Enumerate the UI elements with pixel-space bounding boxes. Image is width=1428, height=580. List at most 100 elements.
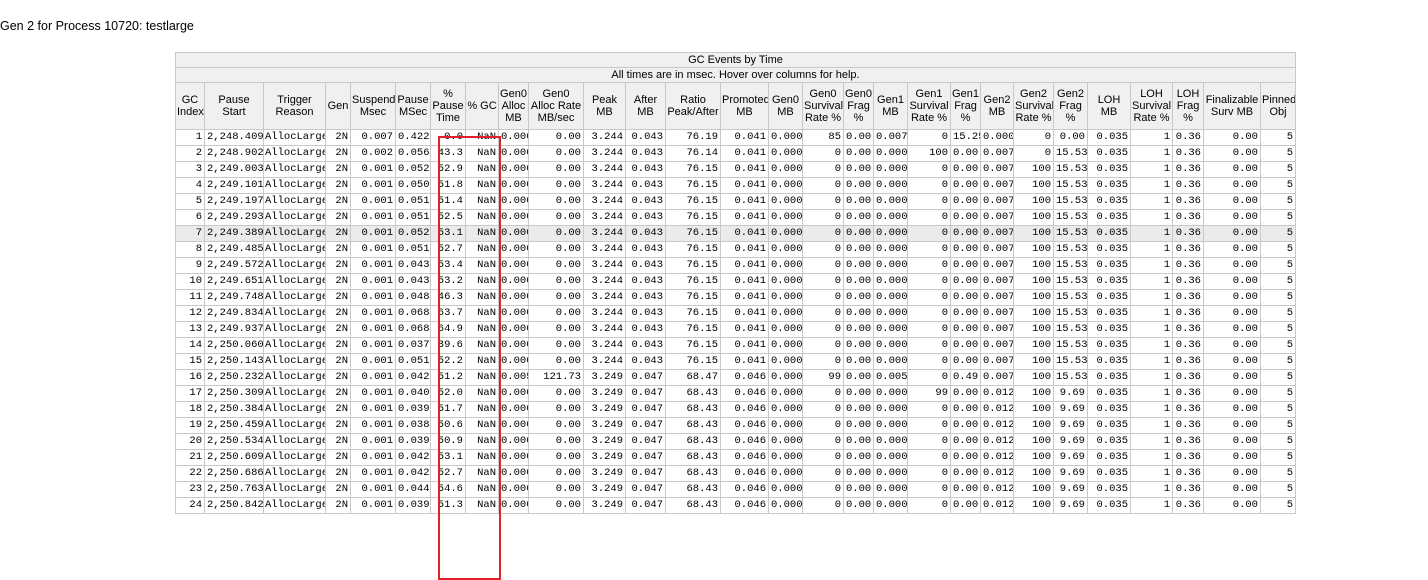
cell-promoted-mb: 0.041 xyxy=(720,177,769,194)
column-header-loh-mb[interactable]: LOH MB xyxy=(1087,82,1131,130)
table-row[interactable]: 4 2,249.101 AllocLarge 2N 0.001 0.050 51.8 NaN 0… xyxy=(175,177,1297,194)
column-header-gen1-survival-rate[interactable]: Gen1 Survival Rate % xyxy=(907,82,951,130)
table-row[interactable]: 11 2,249.748 AllocLarge 2N 0.001 0.048 46.3 NaN… xyxy=(175,289,1297,306)
table-row[interactable]: 10 2,249.651 AllocLarge 2N 0.001 0.043 53.2 NaN… xyxy=(175,273,1297,290)
column-header-gen0-frag[interactable]: Gen0 Frag % xyxy=(843,82,874,130)
table-row[interactable]: 16 2,250.232 AllocLarge 2N 0.001 0.042 51.2 NaN… xyxy=(175,369,1297,386)
cell-gen0-survival-rate: 0 xyxy=(802,177,844,194)
cell-gen1-survival-rate: 0 xyxy=(907,177,951,194)
column-header-peak-mb[interactable]: Peak MB xyxy=(583,82,626,130)
cell-gc: NaN xyxy=(465,209,499,226)
cell-loh-frag: 0.36 xyxy=(1172,353,1204,370)
column-header-gen2-frag[interactable]: Gen2 Frag % xyxy=(1053,82,1088,130)
cell-after-mb: 0.047 xyxy=(625,449,666,466)
column-header-pinned-obj[interactable]: Pinned Obj xyxy=(1259,82,1297,130)
cell-gen0-alloc-rate-mb-sec: 0.00 xyxy=(528,225,584,242)
table-row[interactable]: 3 2,249.003 AllocLarge 2N 0.001 0.052 52.9 NaN 0… xyxy=(175,161,1297,178)
table-row[interactable]: 6 2,249.293 AllocLarge 2N 0.001 0.051 52.5 NaN 0… xyxy=(175,209,1297,226)
cell-peak-mb: 3.244 xyxy=(583,129,626,146)
column-header-loh-survival-rate[interactable]: LOH Survival Rate % xyxy=(1130,82,1173,130)
column-header-gen2-mb[interactable]: Gen2 MB xyxy=(980,82,1014,130)
table-row[interactable]: 7 2,249.389 AllocLarge 2N 0.001 0.052 53.1 NaN 0… xyxy=(175,225,1297,242)
cell-after-mb: 0.047 xyxy=(625,369,666,386)
cell-gen0-survival-rate: 0 xyxy=(802,481,844,498)
cell-trigger-reason: AllocLarge xyxy=(263,145,326,162)
column-header-after-mb[interactable]: After MB xyxy=(625,82,666,130)
cell-loh-mb: 0.035 xyxy=(1087,433,1131,450)
column-header-gen1-frag[interactable]: Gen1 Frag % xyxy=(950,82,981,130)
column-header-ratio-peak-after[interactable]: Ratio Peak/After xyxy=(665,82,721,130)
cell-gen0-alloc-mb: 0.000 xyxy=(498,497,529,514)
cell-gen2-mb: 0.007 xyxy=(980,289,1014,306)
column-header-loh-frag[interactable]: LOH Frag % xyxy=(1172,82,1204,130)
cell-pinned-obj: 5 xyxy=(1259,193,1297,210)
cell-pinned-obj: 5 xyxy=(1259,129,1297,146)
table-row[interactable]: 19 2,250.459 AllocLarge 2N 0.001 0.038 50.6 NaN… xyxy=(175,417,1297,434)
cell-ratio-peak-after: 76.15 xyxy=(665,193,721,210)
cell-gen2-survival-rate: 100 xyxy=(1013,321,1054,338)
column-header-finalizable-surv-mb[interactable]: Finalizable Surv MB xyxy=(1203,82,1261,130)
table-row[interactable]: 5 2,249.197 AllocLarge 2N 0.001 0.051 51.4 NaN 0… xyxy=(175,193,1297,210)
table-row[interactable]: 13 2,249.937 AllocLarge 2N 0.001 0.068 64.9 NaN… xyxy=(175,321,1297,338)
cell-pinned-obj: 5 xyxy=(1259,273,1297,290)
table-row[interactable]: 22 2,250.686 AllocLarge 2N 0.001 0.042 52.7 NaN… xyxy=(175,465,1297,482)
table-subcaption: All times are in msec. Hover over column… xyxy=(174,67,1297,83)
column-header-gen0-alloc-mb[interactable]: Gen0 Alloc MB xyxy=(498,82,529,130)
cell-gen0-alloc-rate-mb-sec: 0.00 xyxy=(528,177,584,194)
column-header-gen0-alloc-rate-mb-sec[interactable]: Gen0 Alloc Rate MB/sec xyxy=(528,82,584,130)
table-row[interactable]: 8 2,249.485 AllocLarge 2N 0.001 0.051 52.7 NaN 0… xyxy=(175,241,1297,258)
column-header-gc-index[interactable]: GC Index xyxy=(175,82,205,130)
cell-gen1-survival-rate: 99 xyxy=(907,385,951,402)
column-header-pause-start[interactable]: Pause Start xyxy=(204,82,264,130)
table-row[interactable]: 18 2,250.384 AllocLarge 2N 0.001 0.039 51.7 NaN… xyxy=(175,401,1297,418)
cell-gen2-mb: 0.007 xyxy=(980,353,1014,370)
cell-gc-index: 24 xyxy=(175,497,205,514)
table-row[interactable]: 21 2,250.609 AllocLarge 2N 0.001 0.042 53.1 NaN… xyxy=(175,449,1297,466)
table-row[interactable]: 20 2,250.534 AllocLarge 2N 0.001 0.039 50.9 NaN… xyxy=(175,433,1297,450)
column-header-pause-time[interactable]: % Pause Time xyxy=(430,82,466,130)
table-row[interactable]: 15 2,250.143 AllocLarge 2N 0.001 0.051 52.2 NaN… xyxy=(175,353,1297,370)
column-header-suspend-msec[interactable]: Suspend Msec xyxy=(350,82,396,130)
cell-after-mb: 0.043 xyxy=(625,337,666,354)
column-header-gen1-mb[interactable]: Gen1 MB xyxy=(873,82,908,130)
cell-pause-msec: 0.043 xyxy=(395,273,431,290)
cell-gen0-frag: 0.00 xyxy=(843,161,874,178)
cell-pause-time: 46.3 xyxy=(430,289,466,306)
cell-suspend-msec: 0.002 xyxy=(350,145,396,162)
cell-pause-start: 2,249.651 xyxy=(204,273,264,290)
column-header-promoted-mb[interactable]: Promoted MB xyxy=(720,82,769,130)
column-header-gen0-mb[interactable]: Gen0 MB xyxy=(768,82,803,130)
table-row[interactable]: 1 2,248.409 AllocLarge 2N 0.007 0.422 0.0 NaN 0.… xyxy=(175,129,1297,146)
cell-gen0-survival-rate: 0 xyxy=(802,209,844,226)
table-row[interactable]: 9 2,249.572 AllocLarge 2N 0.001 0.043 53.4 NaN 0… xyxy=(175,257,1297,274)
cell-pinned-obj: 5 xyxy=(1259,177,1297,194)
cell-trigger-reason: AllocLarge xyxy=(263,257,326,274)
table-row[interactable]: 14 2,250.060 AllocLarge 2N 0.001 0.037 39.6 NaN… xyxy=(175,337,1297,354)
cell-gc: NaN xyxy=(465,433,499,450)
cell-loh-frag: 0.36 xyxy=(1172,401,1204,418)
table-row[interactable]: 12 2,249.834 AllocLarge 2N 0.001 0.068 63.7 NaN… xyxy=(175,305,1297,322)
column-header-gen[interactable]: Gen xyxy=(325,82,351,130)
cell-pause-msec: 0.052 xyxy=(395,225,431,242)
cell-gen0-survival-rate: 85 xyxy=(802,129,844,146)
table-row[interactable]: 24 2,250.842 AllocLarge 2N 0.001 0.039 51.3 NaN… xyxy=(175,497,1297,514)
cell-pause-msec: 0.051 xyxy=(395,241,431,258)
table-row[interactable]: 23 2,250.763 AllocLarge 2N 0.001 0.044 54.6 NaN… xyxy=(175,481,1297,498)
column-header-gc[interactable]: % GC xyxy=(465,82,499,130)
cell-loh-mb: 0.035 xyxy=(1087,225,1131,242)
cell-loh-frag: 0.36 xyxy=(1172,273,1204,290)
cell-gen0-alloc-rate-mb-sec: 0.00 xyxy=(528,401,584,418)
cell-gen2-survival-rate: 0 xyxy=(1013,129,1054,146)
cell-promoted-mb: 0.041 xyxy=(720,193,769,210)
table-row[interactable]: 2 2,248.902 AllocLarge 2N 0.002 0.056 43.3 NaN 0… xyxy=(175,145,1297,162)
table-row[interactable]: 17 2,250.309 AllocLarge 2N 0.001 0.040 52.0 NaN… xyxy=(175,385,1297,402)
cell-loh-frag: 0.36 xyxy=(1172,433,1204,450)
cell-ratio-peak-after: 68.43 xyxy=(665,449,721,466)
cell-pinned-obj: 5 xyxy=(1259,241,1297,258)
cell-gen0-frag: 0.00 xyxy=(843,449,874,466)
column-header-trigger-reason[interactable]: Trigger Reason xyxy=(263,82,326,130)
column-header-gen0-survival-rate[interactable]: Gen0 Survival Rate % xyxy=(802,82,844,130)
column-header-gen2-survival-rate[interactable]: Gen2 Survival Rate % xyxy=(1013,82,1054,130)
cell-finalizable-surv-mb: 0.00 xyxy=(1203,193,1261,210)
column-header-pause-msec[interactable]: Pause MSec xyxy=(395,82,431,130)
